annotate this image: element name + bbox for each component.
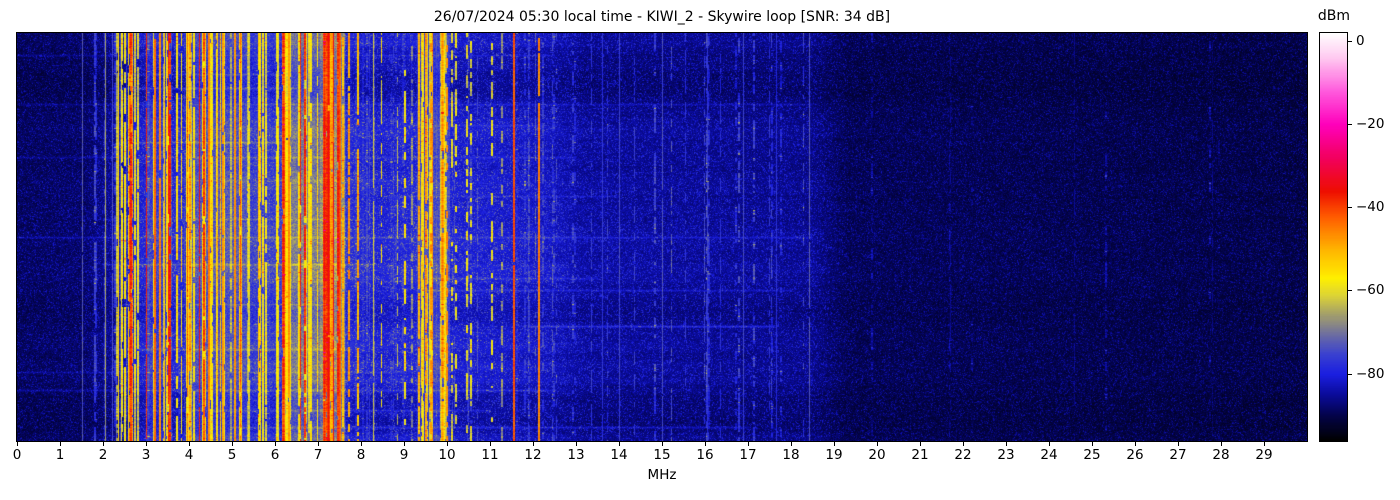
waterfall-heatmap bbox=[16, 32, 1308, 442]
x-tick-mark bbox=[834, 442, 835, 446]
x-tick-label: 28 bbox=[1212, 447, 1230, 463]
x-tick-mark bbox=[533, 442, 534, 446]
spectrogram-figure: 26/07/2024 05:30 local time - KIWI_2 - S… bbox=[0, 0, 1400, 500]
x-tick-mark bbox=[1264, 442, 1265, 446]
x-tick-mark bbox=[576, 442, 577, 446]
x-tick-mark bbox=[318, 442, 319, 446]
x-tick-mark bbox=[748, 442, 749, 446]
x-tick-mark bbox=[447, 442, 448, 446]
x-tick-mark bbox=[232, 442, 233, 446]
x-tick-label: 12 bbox=[524, 447, 542, 463]
colorbar-label: dBm bbox=[1317, 8, 1351, 24]
x-tick-mark bbox=[1221, 442, 1222, 446]
x-tick-label: 27 bbox=[1169, 447, 1187, 463]
x-tick-label: 25 bbox=[1083, 447, 1101, 463]
x-tick-label: 20 bbox=[868, 447, 886, 463]
x-tick-label: 6 bbox=[270, 447, 280, 463]
colorbar-tick-mark bbox=[1348, 290, 1352, 292]
colorbar-tick-label: −60 bbox=[1356, 282, 1385, 299]
x-tick-mark bbox=[189, 442, 190, 446]
x-tick-label: 17 bbox=[739, 447, 757, 463]
x-tick-mark bbox=[1092, 442, 1093, 446]
x-tick-label: 5 bbox=[227, 447, 237, 463]
x-tick-label: 3 bbox=[141, 447, 151, 463]
chart-title: 26/07/2024 05:30 local time - KIWI_2 - S… bbox=[433, 9, 891, 25]
x-tick-label: 8 bbox=[356, 447, 366, 463]
x-tick-label: 4 bbox=[184, 447, 194, 463]
x-tick-mark bbox=[361, 442, 362, 446]
x-tick-mark bbox=[1178, 442, 1179, 446]
x-tick-label: 22 bbox=[954, 447, 972, 463]
colorbar-tick-mark bbox=[1348, 124, 1352, 126]
x-tick-mark bbox=[1006, 442, 1007, 446]
x-tick-label: 21 bbox=[911, 447, 929, 463]
x-tick-mark bbox=[791, 442, 792, 446]
x-tick-label: 23 bbox=[997, 447, 1015, 463]
x-tick-mark bbox=[963, 442, 964, 446]
x-tick-label: 24 bbox=[1040, 447, 1058, 463]
x-tick-label: 18 bbox=[782, 447, 800, 463]
x-tick-label: 13 bbox=[567, 447, 585, 463]
x-tick-label: 10 bbox=[438, 447, 456, 463]
colorbar-tick-label: 0 bbox=[1356, 33, 1365, 50]
x-tick-label: 29 bbox=[1255, 447, 1273, 463]
colorbar-tick-label: −20 bbox=[1356, 116, 1385, 133]
x-tick-mark bbox=[146, 442, 147, 446]
colorbar-tick-label: −40 bbox=[1356, 199, 1385, 216]
x-tick-label: 2 bbox=[98, 447, 108, 463]
x-tick-mark bbox=[705, 442, 706, 446]
x-tick-mark bbox=[490, 442, 491, 446]
x-tick-mark bbox=[1049, 442, 1050, 446]
x-tick-mark bbox=[103, 442, 104, 446]
x-tick-mark bbox=[1135, 442, 1136, 446]
colorbar-tick-mark bbox=[1348, 207, 1352, 209]
x-tick-label: 0 bbox=[12, 447, 22, 463]
x-tick-mark bbox=[662, 442, 663, 446]
x-tick-mark bbox=[17, 442, 18, 446]
colorbar-tick-label: −80 bbox=[1356, 365, 1385, 382]
x-tick-mark bbox=[275, 442, 276, 446]
x-tick-mark bbox=[60, 442, 61, 446]
x-tick-label: 7 bbox=[313, 447, 323, 463]
x-tick-mark bbox=[877, 442, 878, 446]
x-tick-mark bbox=[404, 442, 405, 446]
x-tick-label: 26 bbox=[1126, 447, 1144, 463]
colorbar-gradient bbox=[1319, 32, 1348, 442]
x-tick-label: 19 bbox=[825, 447, 843, 463]
x-tick-label: 1 bbox=[55, 447, 65, 463]
colorbar-tick-mark bbox=[1348, 41, 1352, 43]
x-axis-label: MHz bbox=[647, 467, 677, 483]
x-tick-mark bbox=[619, 442, 620, 446]
x-tick-mark bbox=[920, 442, 921, 446]
x-tick-label: 11 bbox=[481, 447, 499, 463]
x-tick-label: 9 bbox=[399, 447, 409, 463]
x-tick-label: 15 bbox=[653, 447, 671, 463]
x-tick-label: 16 bbox=[696, 447, 714, 463]
colorbar-tick-mark bbox=[1348, 373, 1352, 375]
x-tick-label: 14 bbox=[610, 447, 628, 463]
